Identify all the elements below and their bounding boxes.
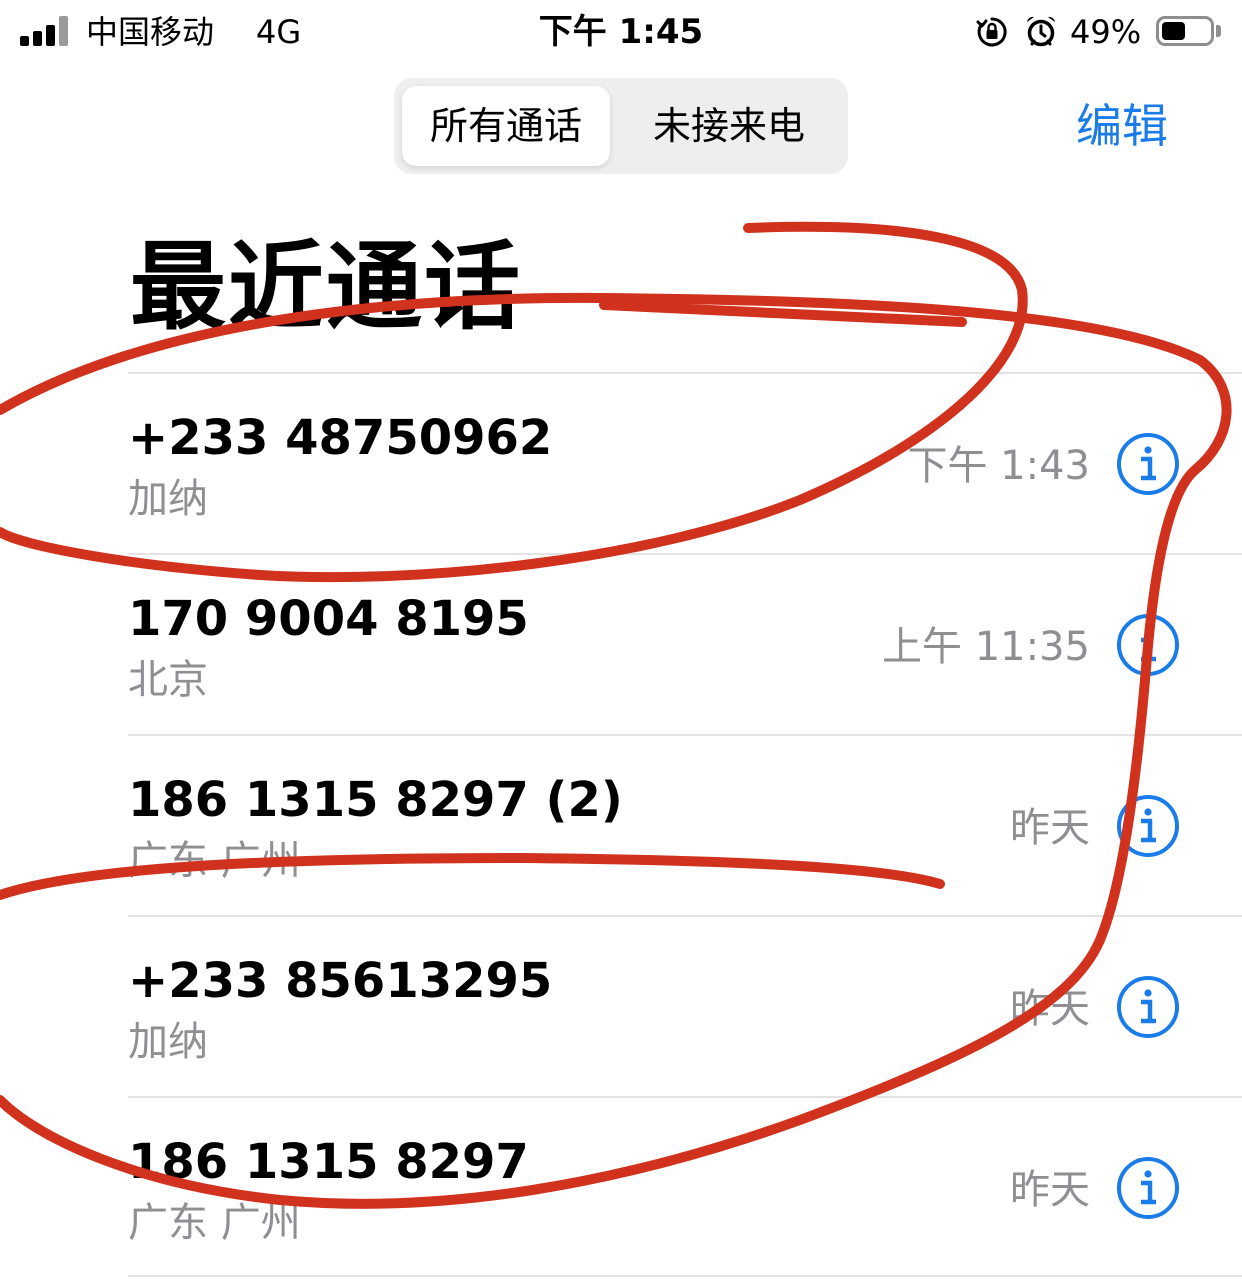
call-row[interactable]: +233 48750962 加纳 下午 1:43 — [128, 372, 1242, 553]
call-number: +233 85613295 — [128, 953, 553, 1009]
segment-all-calls[interactable]: 所有通话 — [402, 86, 610, 166]
call-time: 上午 11:35 — [882, 624, 1090, 670]
call-row[interactable]: 186 1315 8297 (2) 广东 广州 昨天 — [128, 734, 1242, 915]
edit-button[interactable]: 编辑 — [1076, 94, 1168, 158]
call-number: 170 9004 8195 — [128, 591, 529, 647]
rotation-lock-icon — [976, 17, 1007, 47]
info-icon[interactable] — [1116, 1156, 1180, 1220]
page-title: 最近通话 — [130, 231, 522, 343]
battery-percent: 49% — [1070, 13, 1142, 51]
call-location: 广东 广州 — [128, 838, 301, 884]
info-icon[interactable] — [1116, 432, 1180, 496]
call-number: 186 1315 8297 (2) — [128, 772, 623, 828]
annotation-tick-stroke — [599, 300, 967, 327]
call-row[interactable]: +233 85613295 加纳 昨天 — [128, 915, 1242, 1096]
call-number: +233 48750962 — [128, 410, 553, 466]
recents-screen: 中国移动 4G 下午 1:45 49% 所有通话 未接来电 编辑 最近通话 +2… — [0, 0, 1242, 1286]
segment-missed-calls[interactable]: 未接来电 — [618, 86, 840, 166]
call-number: 186 1315 8297 — [128, 1134, 529, 1190]
info-icon[interactable] — [1116, 613, 1180, 677]
alarm-icon — [1027, 16, 1055, 47]
status-bar: 中国移动 4G 下午 1:45 49% — [0, 0, 1242, 66]
call-location: 北京 — [128, 657, 208, 703]
call-time: 昨天 — [1010, 1167, 1090, 1213]
battery-level — [1162, 22, 1185, 40]
call-row[interactable]: 170 9004 8195 北京 上午 11:35 — [128, 553, 1242, 734]
call-location: 加纳 — [128, 1019, 208, 1065]
status-time-text: 下午 1:45 — [538, 12, 704, 52]
info-icon[interactable] — [1116, 975, 1180, 1039]
call-location: 加纳 — [128, 476, 208, 522]
call-time: 昨天 — [1010, 805, 1090, 851]
battery-cap — [1216, 25, 1221, 37]
recent-calls-list: +233 48750962 加纳 下午 1:43 170 9004 8195 北… — [0, 372, 1242, 1277]
call-filter-segmented-control: 所有通话 未接来电 — [394, 78, 848, 174]
call-time: 下午 1:43 — [907, 443, 1090, 489]
call-time: 昨天 — [1010, 986, 1090, 1032]
call-location: 广东 广州 — [128, 1200, 301, 1246]
info-icon[interactable] — [1116, 794, 1180, 858]
call-row[interactable]: 186 1315 8297 广东 广州 昨天 — [128, 1096, 1242, 1277]
battery-icon — [1156, 16, 1214, 46]
